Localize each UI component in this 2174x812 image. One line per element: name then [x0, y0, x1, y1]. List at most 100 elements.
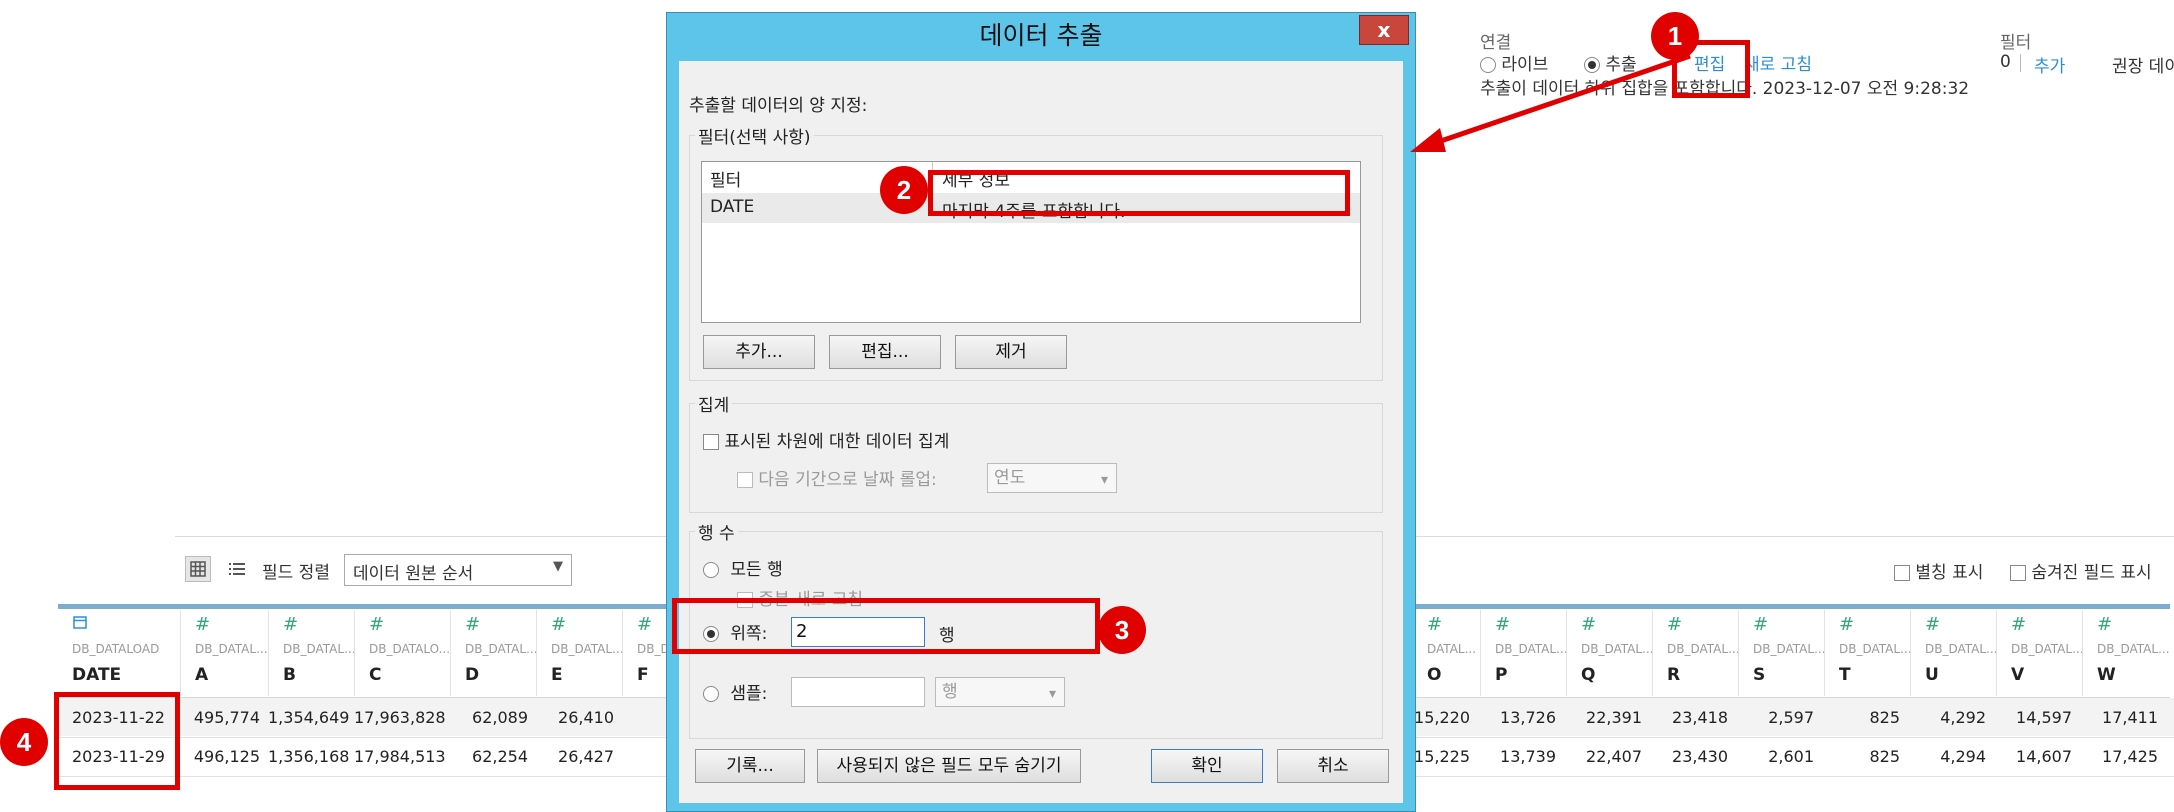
number-type-icon: # [1427, 614, 1443, 635]
sample-option[interactable]: 샘플: [703, 679, 767, 704]
aggregate-visible-option[interactable]: 표시된 차원에 대한 데이터 집계 [703, 427, 949, 452]
rollup-period-value: 연도 [994, 468, 1026, 488]
calendar-icon [72, 614, 88, 635]
show-hidden-label: 숨겨진 필드 표시 [2031, 563, 2152, 583]
column-name: D [465, 665, 480, 685]
value-cell: 17,984,513 [354, 747, 446, 766]
value-cell: 2,601 [1768, 747, 1814, 766]
grid-column-header[interactable]: # DATAL... O [1412, 610, 1481, 696]
value-cell: 17,411 [2102, 708, 2158, 727]
filter-table-header-filter: 필터 [710, 171, 742, 191]
column-source: DB_DATAL... [283, 642, 356, 656]
column-source: DB_DATAL... [1839, 642, 1912, 656]
column-source: DB_DATAL... [2097, 642, 2170, 656]
annotation-box-top-rows [672, 598, 1100, 654]
value-cell: 22,407 [1586, 747, 1642, 766]
number-type-icon: # [1581, 614, 1597, 635]
rollup-dates-option[interactable]: 다음 기간으로 날짜 롤업: [737, 465, 937, 490]
filters-divider [2020, 54, 2021, 72]
grid-column-header[interactable]: # DB_DATAL... D [450, 610, 538, 696]
close-button[interactable]: x [1359, 15, 1409, 45]
refresh-link[interactable]: 새로 고침 [1744, 50, 1812, 75]
grid-column-header[interactable]: # DB_DATAL... W [2082, 610, 2170, 696]
grid-column-header[interactable]: # DB_DATAL... T [1824, 610, 1912, 696]
grid-column-header[interactable]: DB_DATALOAD DATE [58, 610, 180, 696]
column-name: F [637, 665, 649, 685]
value-cell: 22,391 [1586, 708, 1642, 727]
recommended-data: 권장 데이 [2112, 57, 2174, 77]
grid-column-header[interactable]: # DB_DATAL... P [1480, 610, 1568, 696]
number-type-icon: # [283, 614, 299, 635]
sample-unit-select[interactable]: 행 [935, 677, 1065, 708]
sort-fields-select[interactable]: 데이터 원본 순서 ▼ [344, 554, 572, 586]
value-cell: 13,726 [1500, 708, 1556, 727]
column-source: DB_DATAL... [465, 642, 538, 656]
column-source: DB_DATAL... [1925, 642, 1998, 656]
all-rows-label: 모든 행 [730, 560, 783, 580]
dialog-instruction: 추출할 데이터의 양 지정: [689, 96, 868, 116]
grid-column-header[interactable]: # DB_DATAL... A [180, 610, 269, 696]
history-button[interactable]: 기록... [695, 749, 805, 783]
aggregation-group [689, 403, 1383, 513]
value-cell: 17,963,828 [354, 708, 446, 727]
show-alias-checkbox[interactable] [1894, 565, 1910, 581]
filters-add-link[interactable]: 추가 [2034, 52, 2065, 77]
aggregate-visible-label: 표시된 차원에 대한 데이터 집계 [724, 432, 950, 452]
sample-input[interactable] [791, 677, 925, 707]
show-hidden-toggle[interactable]: 숨겨진 필드 표시 [2010, 558, 2152, 583]
value-cell: 23,430 [1672, 747, 1728, 766]
column-name: B [283, 665, 296, 685]
value-cell: 62,089 [472, 708, 528, 727]
all-rows-radio[interactable] [703, 562, 719, 578]
value-cell: 14,597 [2016, 708, 2072, 727]
grid-column-header[interactable]: # DB_DATAL... Q [1566, 610, 1654, 696]
rollup-dates-checkbox[interactable] [737, 472, 753, 488]
column-source: DB_DATALOAD [72, 642, 160, 656]
list-view-icon[interactable] [224, 556, 250, 582]
value-cell: 4,292 [1940, 708, 1986, 727]
value-cell: 15,225 [1414, 747, 1470, 766]
column-name: T [1839, 665, 1851, 685]
column-name: DATE [72, 665, 122, 685]
all-rows-option[interactable]: 모든 행 [703, 555, 783, 580]
grid-view-icon[interactable] [185, 556, 211, 582]
column-name: P [1495, 665, 1508, 685]
filters-title: 필터 [2000, 33, 2032, 53]
show-alias-toggle[interactable]: 별칭 표시 [1894, 558, 1983, 583]
rollup-dates-label: 다음 기간으로 날짜 롤업: [758, 470, 937, 490]
value-cell: 1,354,649 [268, 708, 350, 727]
aggregate-visible-checkbox[interactable] [703, 434, 719, 450]
chevron-down-icon: ▼ [553, 559, 563, 574]
filters-count: 0 [2000, 52, 2011, 72]
value-cell: 26,410 [558, 708, 614, 727]
value-cell: 15,220 [1414, 708, 1470, 727]
annotation-badge-4: 4 [0, 718, 48, 766]
sort-fields-label: 필드 정렬 [262, 563, 330, 583]
grid-column-header[interactable]: # DB_DATAL... S [1738, 610, 1826, 696]
column-name: U [1925, 665, 1939, 685]
grid-column-header[interactable]: # DB_DATAL... V [1996, 610, 2084, 696]
grid-column-header[interactable]: # DB_DATALO... C [354, 610, 451, 696]
column-source: DB_DATAL... [1667, 642, 1740, 656]
cancel-button[interactable]: 취소 [1277, 749, 1389, 783]
filter-remove-button[interactable]: 제거 [955, 335, 1067, 369]
number-type-icon: # [465, 614, 481, 635]
rollup-period-select[interactable]: 연도 [987, 463, 1117, 494]
column-source: DB_DATAL... [2011, 642, 2084, 656]
filter-add-button[interactable]: 추가... [703, 335, 815, 369]
ok-button[interactable]: 확인 [1151, 749, 1263, 783]
sample-radio[interactable] [703, 686, 719, 702]
column-source: DB_DATALO... [369, 642, 451, 656]
grid-column-header[interactable]: # DB_DATAL... B [268, 610, 356, 696]
number-type-icon: # [1839, 614, 1855, 635]
column-source: DB_DATAL... [1495, 642, 1568, 656]
column-name: A [195, 665, 209, 685]
show-alias-label: 별칭 표시 [1915, 563, 1984, 583]
hide-unused-fields-button[interactable]: 사용되지 않은 필드 모두 숨기기 [817, 749, 1081, 783]
grid-column-header[interactable]: # DB_DATAL... U [1910, 610, 1998, 696]
show-hidden-checkbox[interactable] [2010, 565, 2026, 581]
grid-column-header[interactable]: #DB_DATAL...F [622, 610, 710, 696]
grid-column-header[interactable]: # DB_DATAL... R [1652, 610, 1740, 696]
filter-edit-button[interactable]: 편집... [829, 335, 941, 369]
grid-column-header[interactable]: # DB_DATAL... E [536, 610, 624, 696]
